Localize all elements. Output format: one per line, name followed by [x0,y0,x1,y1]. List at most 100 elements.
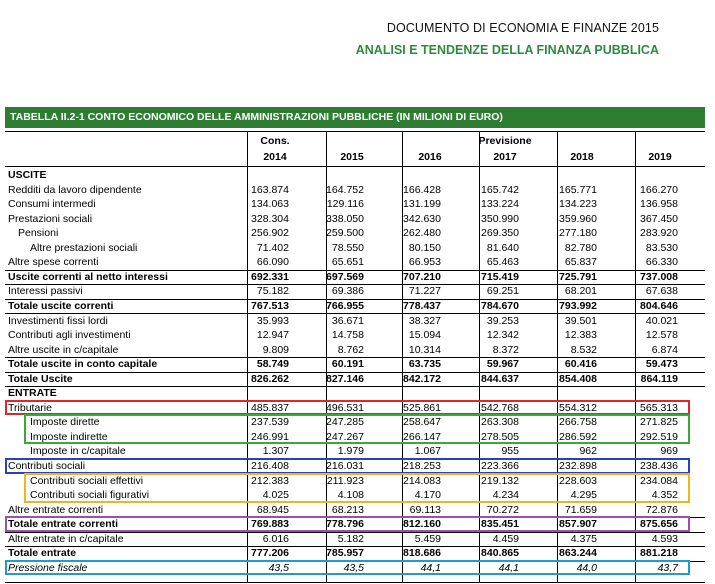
row-value: 692.331 [251,270,289,283]
row-value: 342.630 [403,212,441,225]
row-value: 81.640 [486,241,519,254]
row-label: Altre spese correnti [8,256,99,269]
row-value: 283.920 [640,227,678,240]
row-value: 328.304 [251,212,289,225]
row-value: 5.182 [337,532,364,545]
row-value: 165.742 [481,183,519,196]
row-value: 1.307 [262,445,289,458]
row-value: 70.272 [486,503,519,516]
row-label: Totale uscite correnti [8,299,114,312]
row-value: 827.146 [326,372,364,385]
highlight-tributarie [5,399,690,416]
row-value: 785.957 [326,547,364,560]
row-value: 4.593 [651,532,678,545]
row-value: 136.958 [640,198,678,211]
row-value: 969 [660,445,678,458]
highlight-contributi-sociali [5,458,690,474]
row-value: 66.090 [256,256,289,269]
row-value: 80.150 [408,241,441,254]
row-value: 955 [501,445,519,458]
row-value: 69.386 [331,285,364,298]
row-value: 59.967 [486,358,519,371]
row-value: 784.670 [481,299,519,312]
row-value: 8.532 [570,343,597,356]
row-value: 134.063 [251,198,289,211]
row-label: Altre entrate in c/capitale [8,532,124,545]
row-value: 133.224 [481,198,519,211]
year-header: 2014 [263,151,287,163]
row-value: 793.992 [559,299,597,312]
row-value: 262.480 [403,227,441,240]
row-value: 4.375 [570,532,597,545]
document-title: DOCUMENTO DI ECONOMIA E FINANZE 2015 [386,21,659,35]
row-value: 134.223 [559,198,597,211]
row-value: 68.213 [331,503,364,516]
row-label: Interessi passivi [8,285,83,298]
row-label: Altre uscite in c/capitale [8,343,119,356]
row-value: 6.016 [262,532,289,545]
row-value: 818.686 [403,547,441,560]
row-value: 71.227 [408,285,441,298]
row-value: 707.210 [403,270,441,283]
row-value: 766.955 [326,299,364,312]
row-value: 59.473 [645,358,678,371]
row-label: Investimenti fissi lordi [8,314,108,327]
row-value: 777.206 [251,547,289,560]
row-label: Pensioni [18,227,59,240]
row-value: 697.569 [326,270,364,283]
row-value: 804.646 [640,299,678,312]
year-header: 2017 [493,151,517,163]
row-value: 14.758 [331,329,364,342]
row-value: 840.865 [481,547,519,560]
row-value: 259.500 [326,227,364,240]
row-value: 83.530 [645,241,678,254]
row-value: 725.791 [559,270,597,283]
row-value: 881.218 [640,547,678,560]
row-value: 277.180 [559,227,597,240]
header-bottom-rule [5,166,705,167]
column-group-previsione: Previsione [478,135,532,147]
row-value: 82.780 [564,241,597,254]
row-label: Altre entrate correnti [8,503,104,516]
row-value: 9.809 [262,343,289,356]
row-value: 58.749 [256,358,289,371]
column-group-cons: Cons. [260,135,290,147]
row-value: 164.752 [326,183,364,196]
total-rule [5,269,705,271]
total-rule [5,357,705,359]
row-value: 65.651 [331,256,364,269]
row-value: 842.172 [403,372,441,385]
row-value: 163.874 [251,183,289,196]
row-value: 35.993 [256,314,289,327]
row-label: ENTRATE [8,387,57,400]
row-value: 165.771 [559,183,597,196]
highlight-pressione-fiscale [5,559,690,576]
row-value: 8.762 [337,343,364,356]
total-rule [5,386,705,388]
row-value: 338.050 [326,212,364,225]
row-value: 166.270 [640,183,678,196]
row-value: 5.459 [414,532,441,545]
row-label: Prestazioni sociali [8,212,93,225]
row-value: 69.251 [486,285,519,298]
row-value: 166.428 [403,183,441,196]
highlight-imposte [24,414,690,445]
row-value: 962 [579,445,597,458]
row-value: 39.501 [564,314,597,327]
row-value: 67.638 [645,285,678,298]
row-value: 60.191 [331,358,364,371]
table-title: TABELLA II.2-1 CONTO ECONOMICO DELLE AMM… [5,107,705,128]
row-value: 38.327 [408,314,441,327]
year-header: 2018 [570,151,594,163]
row-value: 65.463 [486,256,519,269]
row-value: 68.945 [256,503,289,516]
row-value: 75.182 [256,285,289,298]
row-value: 863.244 [559,547,597,560]
row-value: 778.437 [403,299,441,312]
row-label: Uscite correnti al netto interessi [8,270,168,283]
row-value: 715.419 [481,270,519,283]
row-value: 72.876 [645,503,678,516]
row-value: 12.578 [645,329,678,342]
row-label: Altre prestazioni sociali [30,241,138,254]
row-value: 36.671 [331,314,364,327]
